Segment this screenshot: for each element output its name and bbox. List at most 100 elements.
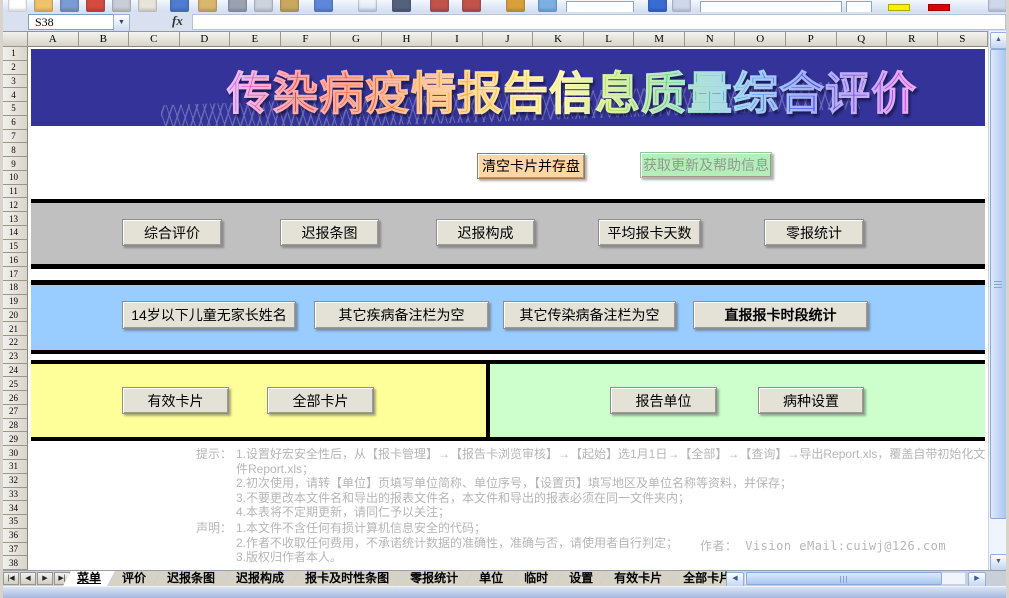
row-header-11[interactable]: 11 — [0, 185, 28, 199]
sheet-tab-9[interactable]: 设置 — [555, 571, 607, 586]
column-header-A[interactable]: A — [28, 31, 79, 47]
sheet-tab-1[interactable]: 菜单 — [63, 571, 115, 586]
column-header-D[interactable]: D — [180, 31, 231, 47]
copy-icon[interactable] — [254, 0, 273, 12]
row-header-26[interactable]: 26 — [0, 391, 28, 405]
column-header-S[interactable]: S — [938, 31, 989, 47]
column-header-K[interactable]: K — [533, 31, 584, 47]
get-update-help-button[interactable]: 获取更新及帮助信息 — [640, 152, 772, 178]
sheet-tab-3[interactable]: 迟报条图 — [153, 571, 229, 586]
fill-color-icon[interactable] — [888, 4, 910, 11]
help-icon[interactable] — [648, 0, 667, 12]
row-header-17[interactable]: 17 — [0, 267, 28, 281]
column-header-Q[interactable]: Q — [837, 31, 888, 47]
column-header-L[interactable]: L — [584, 31, 635, 47]
row-header-24[interactable]: 24 — [0, 364, 28, 378]
row-header-20[interactable]: 20 — [0, 309, 28, 323]
horizontal-scrollbar-thumb[interactable] — [746, 572, 942, 585]
other-disease-empty-note-button[interactable]: 其它疾病备注栏为空 — [314, 301, 489, 329]
formula-input[interactable] — [192, 14, 1006, 30]
row-header-21[interactable]: 21 — [0, 322, 28, 336]
row-header-38[interactable]: 38 — [0, 556, 28, 570]
late-report-composition-button[interactable]: 迟报构成 — [436, 219, 535, 246]
row-header-35[interactable]: 35 — [0, 515, 28, 529]
row-header-9[interactable]: 9 — [0, 157, 28, 171]
row-header-1[interactable]: 1 — [0, 47, 28, 61]
sheet-tab-8[interactable]: 临时 — [510, 571, 562, 586]
spelling-icon[interactable] — [170, 0, 189, 12]
select-all-corner[interactable] — [0, 31, 28, 47]
previous-sheet-icon[interactable]: ◀ — [20, 572, 36, 585]
paste-icon[interactable] — [280, 0, 299, 12]
scroll-right-icon[interactable]: ▶ — [968, 572, 986, 587]
permission-icon[interactable] — [86, 0, 105, 12]
row-header-16[interactable]: 16 — [0, 253, 28, 267]
sheet-tab-2[interactable]: 评价 — [108, 571, 160, 586]
toolbar-options-icon[interactable] — [672, 0, 691, 12]
font-color-icon[interactable] — [928, 4, 950, 11]
column-header-J[interactable]: J — [483, 31, 534, 47]
row-header-13[interactable]: 13 — [0, 212, 28, 226]
cut-icon[interactable] — [228, 0, 247, 12]
late-report-bars-button[interactable]: 迟报条图 — [280, 219, 379, 246]
direct-report-period-stats-button[interactable]: 直报报卡时段统计 — [693, 301, 868, 329]
row-header-32[interactable]: 32 — [0, 474, 28, 488]
column-header-P[interactable]: P — [786, 31, 837, 47]
sheet-tab-6[interactable]: 零报统计 — [396, 571, 472, 586]
autosum-icon[interactable] — [392, 0, 411, 12]
scroll-down-icon[interactable]: ▼ — [990, 554, 1007, 571]
row-header-8[interactable]: 8 — [0, 143, 28, 157]
sort-ascending-icon[interactable] — [430, 0, 449, 12]
scroll-up-icon[interactable]: ▲ — [990, 32, 1007, 49]
sheet-tab-4[interactable]: 迟报构成 — [222, 571, 298, 586]
column-header-I[interactable]: I — [432, 31, 483, 47]
row-header-10[interactable]: 10 — [0, 171, 28, 185]
average-report-days-button[interactable]: 平均报卡天数 — [598, 219, 701, 246]
valid-cards-button[interactable]: 有效卡片 — [122, 387, 229, 414]
disease-settings-button[interactable]: 病种设置 — [758, 387, 864, 414]
print-icon[interactable] — [112, 0, 131, 12]
zero-report-stats-button[interactable]: 零报统计 — [764, 219, 864, 246]
sheet-tab-10[interactable]: 有效卡片 — [600, 571, 676, 586]
name-box-dropdown-icon[interactable]: ▼ — [113, 14, 130, 32]
row-header-6[interactable]: 6 — [0, 116, 28, 130]
undo-icon[interactable] — [314, 0, 333, 12]
vertical-scrollbar-thumb[interactable] — [990, 49, 1007, 519]
row-header-34[interactable]: 34 — [0, 501, 28, 515]
row-header-22[interactable]: 22 — [0, 336, 28, 350]
row-header-7[interactable]: 7 — [0, 130, 28, 144]
column-header-R[interactable]: R — [887, 31, 938, 47]
other-infectious-empty-note-button[interactable]: 其它传染病备注栏为空 — [503, 301, 676, 329]
column-header-N[interactable]: N — [685, 31, 736, 47]
column-header-F[interactable]: F — [281, 31, 332, 47]
scroll-left-icon[interactable]: ◀ — [726, 572, 744, 587]
new-document-icon[interactable] — [8, 0, 27, 12]
hyperlink-icon[interactable] — [358, 0, 377, 12]
all-cards-button[interactable]: 全部卡片 — [267, 387, 374, 414]
row-header-37[interactable]: 37 — [0, 543, 28, 557]
row-header-23[interactable]: 23 — [0, 350, 28, 364]
first-sheet-icon[interactable]: |◀ — [3, 572, 19, 585]
vertical-scrollbar[interactable]: ▲ ▼ — [988, 31, 1006, 570]
row-header-12[interactable]: 12 — [0, 198, 28, 212]
column-header-C[interactable]: C — [129, 31, 180, 47]
insert-function-icon[interactable]: fx — [172, 13, 183, 29]
row-header-29[interactable]: 29 — [0, 432, 28, 446]
research-icon[interactable] — [198, 0, 217, 12]
row-header-19[interactable]: 19 — [0, 295, 28, 309]
row-header-5[interactable]: 5 — [0, 102, 28, 116]
row-header-14[interactable]: 14 — [0, 226, 28, 240]
row-header-30[interactable]: 30 — [0, 446, 28, 460]
row-header-36[interactable]: 36 — [0, 529, 28, 543]
column-header-E[interactable]: E — [230, 31, 281, 47]
open-folder-icon[interactable] — [34, 0, 53, 12]
row-header-25[interactable]: 25 — [0, 377, 28, 391]
print-preview-icon[interactable] — [138, 0, 157, 12]
column-header-O[interactable]: O — [735, 31, 786, 47]
clear-cards-save-button[interactable]: 清空卡片并存盘 — [477, 153, 585, 179]
name-box[interactable]: S38 — [28, 14, 120, 30]
drawing-icon[interactable] — [538, 0, 557, 12]
column-header-H[interactable]: H — [382, 31, 433, 47]
chart-wizard-icon[interactable] — [506, 0, 525, 12]
row-header-3[interactable]: 3 — [0, 75, 28, 89]
